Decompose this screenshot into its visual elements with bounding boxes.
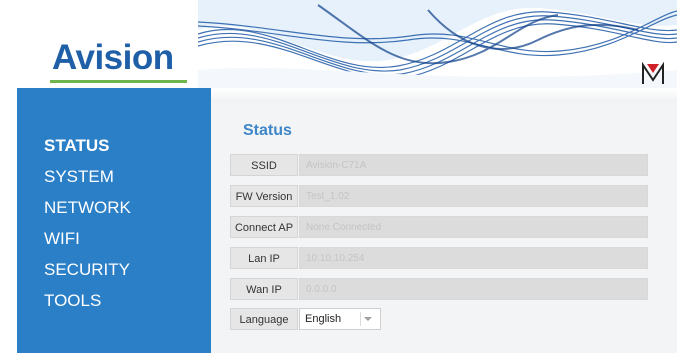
- lan-ip-row: Lan IP 10.10.10.254: [230, 247, 648, 269]
- logo-underline: [50, 80, 187, 83]
- language-select[interactable]: English: [299, 308, 381, 330]
- fw-version-label: FW Version: [230, 185, 298, 207]
- language-label: Language: [230, 308, 298, 330]
- select-divider: [360, 312, 361, 326]
- sidebar-item-security[interactable]: SECURITY: [44, 260, 130, 280]
- wan-ip-row: Wan IP 0.0.0.0: [230, 278, 648, 300]
- connect-ap-row: Connect AP None Connected: [230, 216, 648, 238]
- sidebar-item-system[interactable]: SYSTEM: [44, 167, 114, 187]
- status-panel: Status SSID Avision-C71A FW Version Test…: [211, 102, 677, 353]
- ssid-value: Avision-C71A: [299, 154, 648, 176]
- connect-ap-label: Connect AP: [230, 216, 298, 238]
- lan-ip-label: Lan IP: [230, 247, 298, 269]
- lan-ip-value: 10.10.10.254: [299, 247, 648, 269]
- fw-version-row: FW Version Test_1.02: [230, 185, 648, 207]
- sidebar-item-wifi[interactable]: WIFI: [44, 229, 80, 249]
- ssid-row: SSID Avision-C71A: [230, 154, 648, 176]
- language-selected-value: English: [305, 313, 342, 325]
- content-divider: [211, 88, 677, 102]
- header-wave-graphic: [198, 0, 677, 88]
- wan-ip-label: Wan IP: [230, 278, 298, 300]
- wan-ip-value: 0.0.0.0: [299, 278, 648, 300]
- connect-ap-value: None Connected: [299, 216, 648, 238]
- m-logo-icon: [642, 62, 664, 84]
- chevron-down-icon[interactable]: [364, 317, 372, 321]
- sidebar-item-network[interactable]: NETWORK: [44, 198, 131, 218]
- sidebar: STATUS SYSTEM NETWORK WIFI SECURITY TOOL…: [17, 88, 211, 353]
- page-title: Status: [243, 122, 292, 139]
- header: Avision: [0, 0, 677, 88]
- sidebar-item-tools[interactable]: TOOLS: [44, 291, 101, 311]
- fw-version-value: Test_1.02: [299, 185, 648, 207]
- sidebar-item-status[interactable]: STATUS: [44, 136, 109, 156]
- language-row: Language English: [230, 308, 648, 330]
- ssid-label: SSID: [230, 154, 298, 176]
- avision-logo: Avision: [52, 38, 174, 77]
